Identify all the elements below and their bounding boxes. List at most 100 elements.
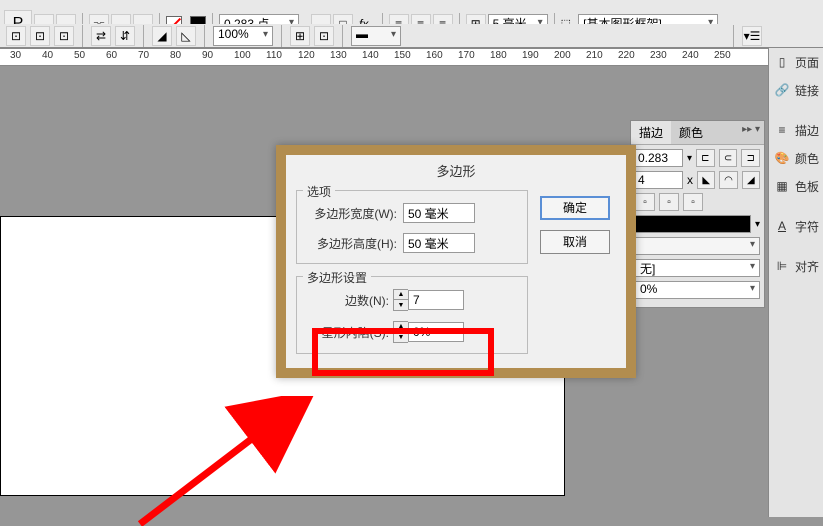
rp-label: 页面 — [795, 54, 819, 71]
cap-butt-icon[interactable]: ⊏ — [696, 149, 715, 167]
fit-2-icon[interactable]: ⊡ — [314, 26, 334, 46]
object-3-icon[interactable]: ⊡ — [54, 26, 74, 46]
rp-swatches[interactable]: ▦ 色板 — [769, 172, 823, 200]
x-label: x — [687, 173, 693, 187]
right-dock: ▯ 页面 🔗 链接 ≡ 描边 🎨 颜色 ▦ 色板 A 字符 ⊫ 对齐 — [768, 48, 823, 517]
align-stroke-3-icon[interactable]: ▫ — [683, 193, 703, 211]
ruler-tick-label: 70 — [138, 50, 149, 61]
rp-align[interactable]: ⊫ 对齐 — [769, 252, 823, 280]
inset-label: 星形内陷(S): — [307, 324, 393, 341]
height-label: 多边形高度(H): — [307, 235, 403, 252]
join-miter-icon[interactable]: ◣ — [697, 171, 715, 189]
horizontal-ruler: (function(){ // placeholder - populated … — [0, 48, 768, 66]
panel-collapse-icon[interactable]: ▸▸ ▾ — [742, 124, 760, 135]
ruler-tick-label: 50 — [74, 50, 85, 61]
fit-1-icon[interactable]: ⊞ — [290, 26, 310, 46]
join-round-icon[interactable]: ◠ — [719, 171, 737, 189]
ok-button[interactable]: 确定 — [540, 196, 610, 220]
rp-label: 色板 — [795, 178, 819, 195]
rp-links[interactable]: 🔗 链接 — [769, 76, 823, 104]
ruler-tick-label: 110 — [266, 50, 282, 61]
ruler-tick-label: 130 — [330, 50, 347, 61]
swatches-icon: ▦ — [773, 177, 791, 195]
dropdown-arrow-icon[interactable]: ▾ — [687, 153, 692, 164]
polygon-width-input[interactable] — [403, 203, 475, 223]
rp-stroke[interactable]: ≡ 描边 — [769, 116, 823, 144]
ruler-tick-label: 240 — [682, 50, 699, 61]
ruler-tick-label: 80 — [170, 50, 181, 61]
gap-dropdown[interactable]: 0% — [635, 281, 760, 299]
flip-v-icon[interactable]: ⇵ — [115, 26, 135, 46]
sides-up-button[interactable]: ▲ — [394, 290, 408, 300]
dialog-title: 多边形 — [286, 155, 626, 190]
align-stroke-1-icon[interactable]: ▫ — [635, 193, 655, 211]
stroke-width-input[interactable] — [635, 149, 683, 167]
rp-label: 链接 — [795, 82, 819, 99]
sides-down-button[interactable]: ▼ — [394, 300, 408, 310]
rp-label: 描边 — [795, 122, 819, 139]
sides-input[interactable] — [408, 290, 464, 310]
cancel-button[interactable]: 取消 — [540, 230, 610, 254]
ruler-tick-label: 190 — [522, 50, 539, 61]
join-bevel-icon[interactable]: ◢ — [742, 171, 760, 189]
group-label: 多边形设置 — [303, 269, 371, 286]
object-2-icon[interactable]: ⊡ — [30, 26, 50, 46]
link-icon: 🔗 — [773, 81, 791, 99]
ruler-tick-label: 30 — [10, 50, 21, 61]
ruler-tick-label: 210 — [586, 50, 603, 61]
rp-color[interactable]: 🎨 颜色 — [769, 144, 823, 172]
miter-input[interactable] — [635, 171, 683, 189]
ruler-tick-label: 140 — [362, 50, 379, 61]
inset-down-button[interactable]: ▼ — [394, 332, 408, 342]
align-stroke-2-icon[interactable]: ▫ — [659, 193, 679, 211]
polygon-dialog: 多边形 选项 多边形宽度(W): 多边形高度(H): 多边形设置 边数(N): — [276, 145, 636, 378]
color-icon: 🎨 — [773, 149, 791, 167]
polygon-height-input[interactable] — [403, 233, 475, 253]
align-icon: ⊫ — [773, 257, 791, 275]
ruler-tick-label: 220 — [618, 50, 635, 61]
star-inset-input[interactable] — [408, 322, 464, 342]
sides-label: 边数(N): — [307, 292, 393, 309]
cap-proj-icon[interactable]: ⊐ — [741, 149, 760, 167]
angle-icon[interactable]: ◺ — [176, 26, 196, 46]
ruler-tick-label: 230 — [650, 50, 667, 61]
stroke-color-swatch[interactable] — [635, 215, 751, 233]
end-style-dropdown[interactable] — [635, 237, 760, 255]
ruler-tick-label: 200 — [554, 50, 571, 61]
cap-round-icon[interactable]: ⊂ — [719, 149, 738, 167]
char-icon: A — [773, 217, 791, 235]
object-1-icon[interactable]: ⊡ — [6, 26, 26, 46]
rp-pages[interactable]: ▯ 页面 — [769, 48, 823, 76]
rp-label: 对齐 — [795, 258, 819, 275]
ruler-tick-label: 170 — [458, 50, 475, 61]
rp-character[interactable]: A 字符 — [769, 212, 823, 240]
corner-icon[interactable]: ◢ — [152, 26, 172, 46]
tab-color[interactable]: 颜色 — [671, 121, 711, 144]
ruler-tick-label: 40 — [42, 50, 53, 61]
toolbar-second-row: ⊡ ⊡ ⊡ ⇄ ⇵ ◢ ◺ 100% ⊞ ⊡ ▬ ▾☰ — [0, 24, 768, 48]
width-label: 多边形宽度(W): — [307, 205, 403, 222]
ruler-tick-label: 250 — [714, 50, 731, 61]
polygon-settings-group: 多边形设置 边数(N): ▲ ▼ 星形内陷(S): ▲ ▼ — [296, 276, 528, 354]
start-dropdown[interactable]: 无] — [635, 259, 760, 277]
pages-icon: ▯ — [773, 53, 791, 71]
rp-label: 字符 — [795, 218, 819, 235]
stroke-icon: ≡ — [773, 121, 791, 139]
stroke-panel: 描边 颜色 ▸▸ ▾ ▾ ⊏ ⊂ ⊐ x ◣ ◠ ◢ ▫ ▫ ▫ ▾ — [630, 120, 765, 308]
tab-stroke[interactable]: 描边 — [631, 121, 671, 144]
ruler-tick-label: 150 — [394, 50, 411, 61]
menu-icon[interactable]: ▾☰ — [742, 26, 762, 46]
ruler-tick-label: 120 — [298, 50, 315, 61]
dropdown-arrow-icon[interactable]: ▾ — [755, 219, 760, 230]
rp-label: 颜色 — [795, 150, 819, 167]
group-label: 选项 — [303, 183, 335, 200]
ruler-tick-label: 160 — [426, 50, 443, 61]
ruler-tick-label: 180 — [490, 50, 507, 61]
zoom-dropdown[interactable]: 100% — [213, 26, 273, 46]
options-group: 选项 多边形宽度(W): 多边形高度(H): — [296, 190, 528, 264]
ruler-tick-label: 100 — [234, 50, 251, 61]
flip-h-icon[interactable]: ⇄ — [91, 26, 111, 46]
ruler-tick-label: 90 — [202, 50, 213, 61]
inset-up-button[interactable]: ▲ — [394, 322, 408, 332]
line-style-dropdown[interactable]: ▬ — [351, 26, 401, 46]
